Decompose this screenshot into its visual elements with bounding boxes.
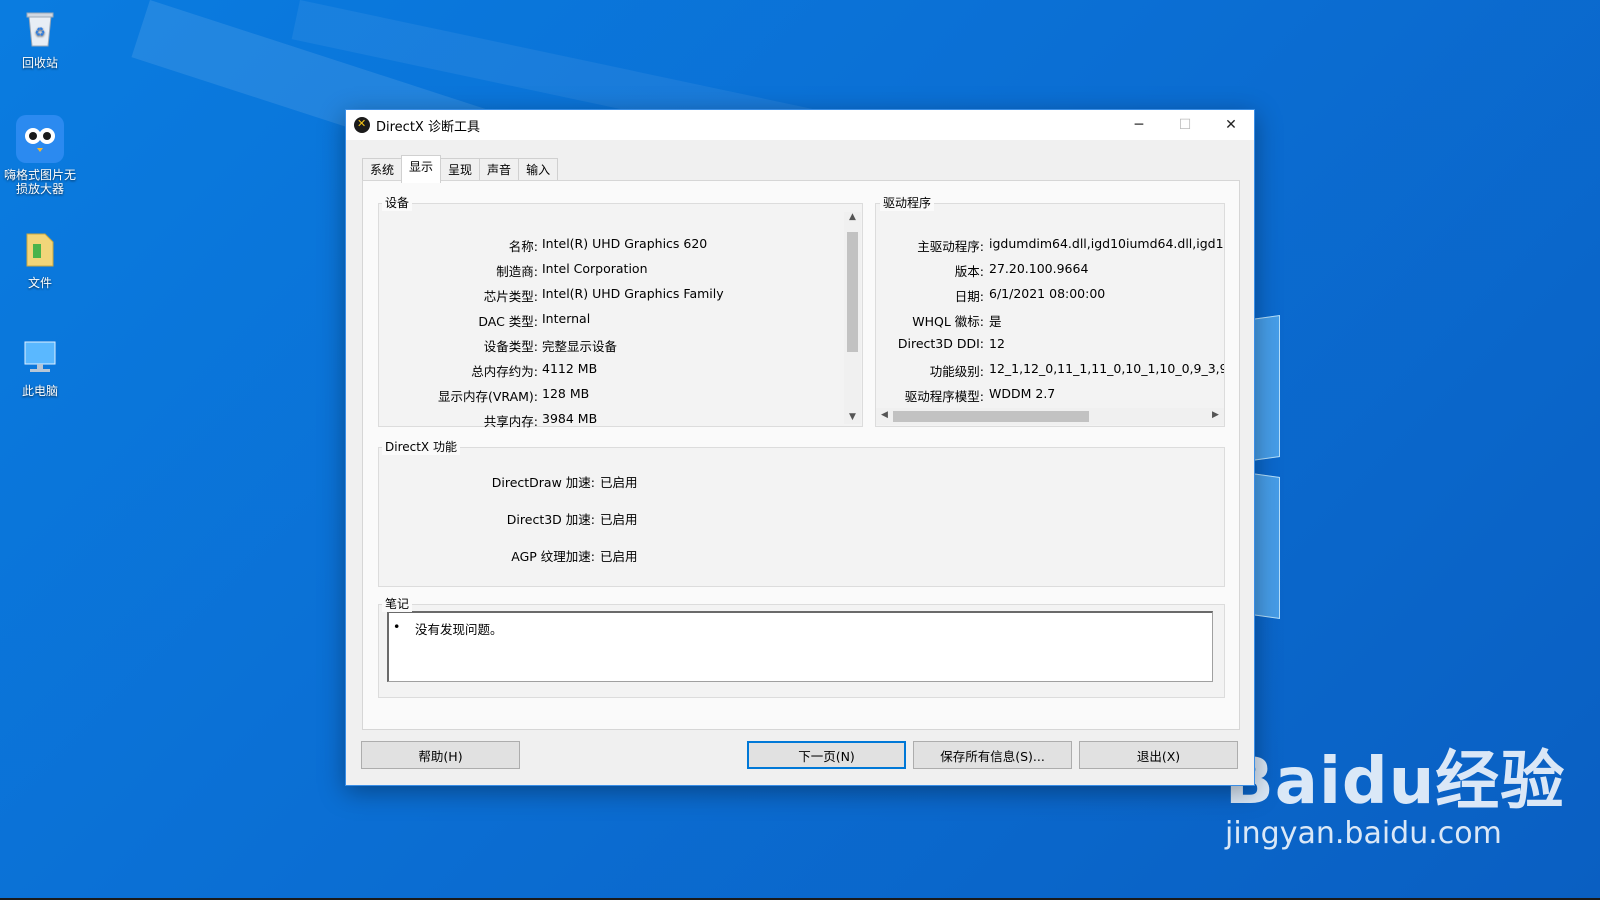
- tab-input[interactable]: 输入: [518, 158, 559, 182]
- device-value: 4112 MB: [542, 361, 598, 376]
- scroll-up-arrow-icon[interactable]: ▲: [844, 212, 861, 222]
- device-value: Intel(R) UHD Graphics 620: [542, 236, 708, 251]
- exit-button[interactable]: 退出(X): [1079, 741, 1238, 769]
- scrollbar-thumb[interactable]: [847, 232, 858, 352]
- device-value: Intel Corporation: [542, 261, 648, 276]
- driver-group-label: 驱动程序: [880, 194, 935, 211]
- close-button[interactable]: ✕: [1208, 110, 1254, 140]
- driver-value: igdumdim64.dll,igd10iumd64.dll,igd1: [989, 236, 1224, 251]
- device-group: 名称: Intel(R) UHD Graphics 620 制造商: Intel C…: [378, 203, 863, 429]
- folder-icon: [19, 228, 61, 270]
- device-key: 制造商:: [496, 264, 538, 279]
- feature-key: AGP 纹理加速:: [511, 549, 595, 564]
- save-all-info-button[interactable]: 保存所有信息(S)...: [913, 741, 1072, 769]
- maximize-button[interactable]: ☐: [1162, 110, 1208, 140]
- display-tab-page: 名称: Intel(R) UHD Graphics 620 制造商: Intel C…: [362, 180, 1240, 730]
- driver-key: 功能级别:: [929, 364, 984, 379]
- desktop-icon-label: 文件: [27, 276, 52, 290]
- device-key: 共享内存:: [483, 414, 538, 429]
- baidu-watermark: Baidu经验 jingyan.baidu.com: [1225, 730, 1565, 851]
- owl-app-icon: [15, 114, 65, 164]
- desktop-icon-image-upscaler[interactable]: 嗨格式图片无损放大器: [0, 114, 80, 196]
- tab-render[interactable]: 呈现: [440, 158, 481, 182]
- device-key: 芯片类型:: [483, 289, 538, 304]
- device-key: 名称:: [508, 239, 538, 254]
- driver-key: 主驱动程序:: [917, 239, 984, 254]
- device-value: 3984 MB: [542, 411, 598, 426]
- driver-value: 12: [989, 336, 1005, 351]
- device-value: 完整显示设备: [542, 339, 618, 354]
- notes-label: 笔记: [382, 595, 413, 612]
- recycle-bin-icon: ♻: [19, 8, 61, 50]
- notes-group: • 没有发现问题。: [378, 604, 1225, 698]
- feature-value: 已启用: [600, 512, 638, 527]
- tab-sound[interactable]: 声音: [479, 158, 520, 182]
- scroll-down-arrow-icon[interactable]: ▼: [844, 412, 861, 422]
- feature-key: Direct3D 加速:: [506, 512, 595, 527]
- driver-value: 27.20.100.9664: [989, 261, 1089, 276]
- title-bar[interactable]: DirectX 诊断工具 ─ ☐ ✕: [346, 110, 1254, 140]
- device-vertical-scrollbar[interactable]: ▲ ▼: [844, 212, 861, 424]
- desktop-icon-this-pc[interactable]: 此电脑: [0, 336, 80, 399]
- tab-display[interactable]: 显示: [401, 155, 442, 183]
- scrollbar-thumb[interactable]: [893, 411, 1089, 422]
- driver-value: WDDM 2.7: [989, 386, 1056, 401]
- scroll-left-arrow-icon[interactable]: ◀: [876, 410, 893, 420]
- driver-key: Direct3D DDI:: [897, 336, 984, 351]
- feature-value: 已启用: [600, 475, 638, 490]
- directx-app-icon: [354, 117, 370, 133]
- notes-bullet: •: [393, 619, 401, 634]
- directx-diagnostic-window: DirectX 诊断工具 ─ ☐ ✕ 系统 显示 呈现 声音 输入 名称: Int…: [345, 109, 1255, 786]
- driver-value: 是: [989, 314, 1002, 329]
- device-value: Intel(R) UHD Graphics Family: [542, 286, 724, 301]
- driver-horizontal-scrollbar[interactable]: ◀ ▶: [876, 408, 1224, 425]
- directx-features-label: DirectX 功能: [382, 438, 460, 455]
- driver-key: 日期:: [954, 289, 984, 304]
- driver-value: 6/1/2021 08:00:00: [989, 286, 1106, 301]
- feature-key: DirectDraw 加速:: [491, 475, 595, 490]
- help-button[interactable]: 帮助(H): [361, 741, 520, 769]
- window-title: DirectX 诊断工具: [376, 119, 480, 135]
- watermark-logo: Baidu经验: [1225, 745, 1566, 819]
- driver-key: WHQL 徽标:: [912, 314, 984, 329]
- device-value: 128 MB: [542, 386, 590, 401]
- desktop-icon-label: 回收站: [21, 56, 58, 70]
- notes-text: 没有发现问题。: [415, 622, 503, 637]
- desktop-icon-recycle-bin[interactable]: ♻ 回收站: [0, 8, 80, 71]
- device-key: 总内存约为:: [471, 364, 538, 379]
- device-value: Internal: [542, 311, 591, 326]
- notes-textbox[interactable]: • 没有发现问题。: [387, 611, 1213, 682]
- driver-key: 驱动程序模型:: [904, 389, 984, 404]
- driver-value: 12_1,12_0,11_1,11_0,10_1,10_0,9_3,9_2: [989, 361, 1225, 376]
- desktop-icon-label: 此电脑: [21, 384, 58, 398]
- scroll-right-arrow-icon[interactable]: ▶: [1207, 410, 1224, 420]
- computer-icon: [19, 336, 61, 378]
- device-key: 设备类型:: [483, 339, 538, 354]
- next-page-button[interactable]: 下一页(N): [747, 741, 906, 769]
- directx-features-group: DirectDraw 加速: 已启用 Direct3D 加速: 已启用 AGP 纹理…: [378, 447, 1225, 587]
- device-key: 显示内存(VRAM):: [437, 389, 538, 404]
- device-group-label: 设备: [382, 194, 413, 211]
- device-key: DAC 类型:: [478, 314, 538, 329]
- driver-key: 版本:: [954, 264, 984, 279]
- driver-group: 主驱动程序: igdumdim64.dll,igd10iumd64.dll,igd…: [875, 203, 1225, 427]
- tab-system[interactable]: 系统: [362, 158, 403, 182]
- feature-value: 已启用: [600, 549, 638, 564]
- desktop-icon-label: 嗨格式图片无损放大器: [3, 168, 76, 196]
- desktop-icon-folder[interactable]: 文件: [0, 228, 80, 291]
- minimize-button[interactable]: ─: [1116, 110, 1162, 140]
- svg-text:♻: ♻: [35, 25, 46, 39]
